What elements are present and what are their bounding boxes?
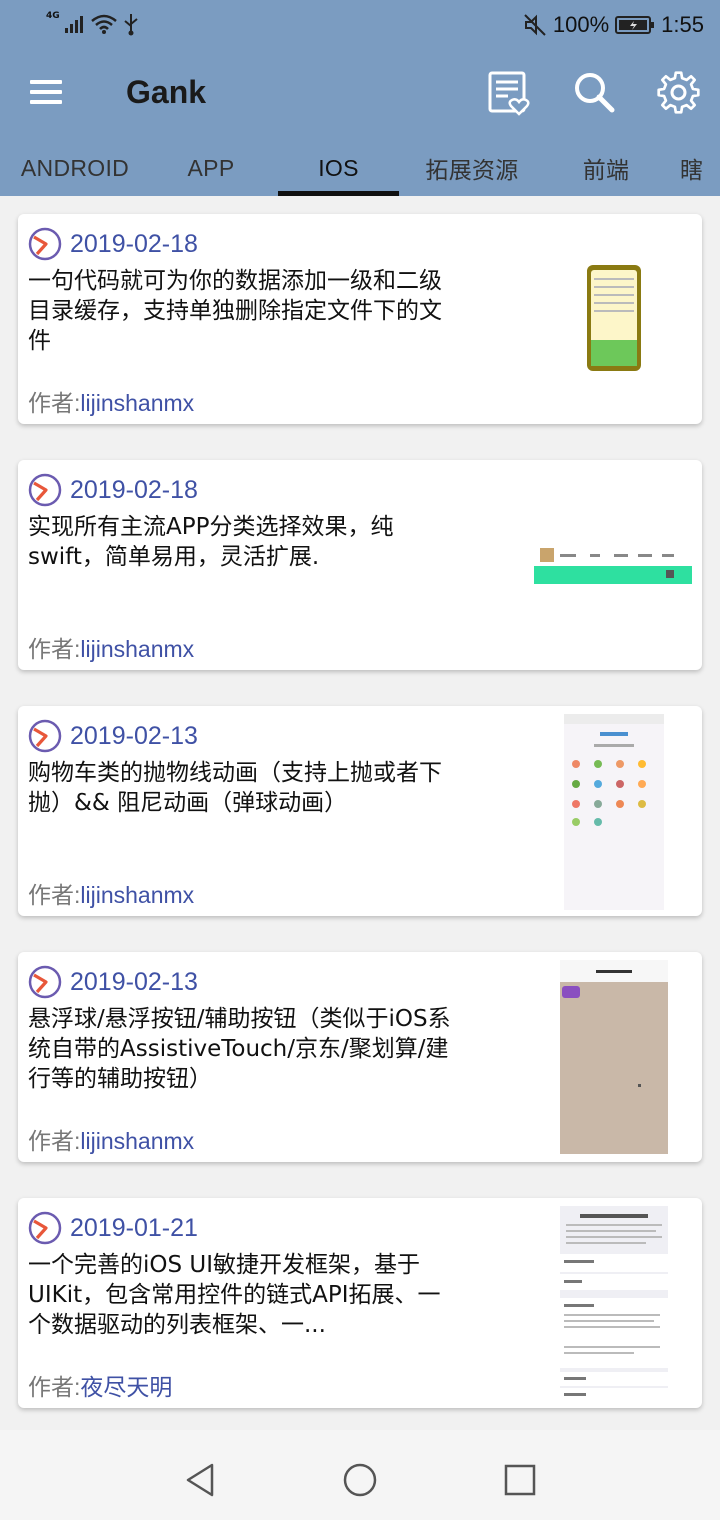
card-header: 2019-02-18 — [28, 226, 198, 262]
gank-logo-icon — [28, 1211, 62, 1245]
battery-percent: 100% — [552, 12, 610, 37]
signal-icon — [64, 16, 83, 33]
nav-back-button[interactable] — [180, 1460, 220, 1500]
article-card[interactable]: 2019-02-13 购物车类的抛物线动画（支持上抛或者下抛）&& 阻尼动画（弹… — [18, 706, 702, 916]
author-label: 作者: — [28, 882, 81, 908]
post-thumbnail[interactable] — [564, 714, 664, 910]
author-label: 作者: — [28, 1128, 81, 1154]
app-bar: Gank ANDROID APP IOS 拓展资源 前端 瞎 — [0, 56, 720, 196]
status-bar: 4G 100% 1:55 — [0, 0, 720, 56]
menu-button[interactable] — [30, 76, 70, 110]
usb-icon — [124, 14, 138, 36]
search-button[interactable] — [572, 70, 618, 116]
author-label: 作者: — [28, 390, 81, 416]
article-card[interactable]: 2019-02-13 悬浮球/悬浮按钮/辅助按钮（类似于iOS系统自带的Assi… — [18, 952, 702, 1162]
author-label: 作者: — [28, 1374, 81, 1400]
tab-resources[interactable]: 拓展资源 — [404, 140, 540, 196]
network-type: 4G — [46, 11, 60, 21]
gank-logo-icon — [28, 473, 62, 507]
card-header: 2019-02-13 — [28, 964, 198, 1000]
settings-button[interactable] — [656, 70, 702, 116]
back-triangle-icon — [186, 1463, 214, 1497]
gank-logo-icon — [28, 227, 62, 261]
menu-icon — [30, 80, 70, 104]
post-author: 作者:lijinshanmx — [28, 630, 194, 664]
tab-misc[interactable]: 瞎 — [680, 140, 720, 196]
status-right: 100% 1:55 — [523, 12, 704, 38]
status-left: 4G — [46, 11, 140, 36]
card-header: 2019-02-18 — [28, 472, 198, 508]
battery-icon — [615, 16, 655, 34]
tab-indicator — [278, 191, 399, 196]
author-name[interactable]: lijinshanmx — [80, 636, 194, 662]
post-author: 作者:lijinshanmx — [28, 1122, 194, 1156]
post-date: 2019-02-18 — [70, 475, 198, 504]
wifi-icon — [90, 14, 117, 34]
card-header: 2019-01-21 — [28, 1210, 198, 1246]
author-label: 作者: — [28, 636, 81, 662]
settings-icon — [657, 71, 700, 114]
nav-recents-button[interactable] — [500, 1460, 540, 1500]
tab-ios[interactable]: IOS — [278, 140, 399, 196]
home-circle-icon — [343, 1463, 377, 1497]
article-card[interactable]: 2019-02-18 实现所有主流APP分类选择效果，纯swift，简单易用，灵… — [18, 460, 702, 670]
tab-android[interactable]: ANDROID — [0, 140, 150, 196]
author-name[interactable]: lijinshanmx — [80, 390, 194, 416]
post-author: 作者:lijinshanmx — [28, 876, 194, 910]
post-thumbnail[interactable] — [560, 1206, 668, 1402]
post-description: 购物车类的抛物线动画（支持上抛或者下抛）&& 阻尼动画（弹球动画） — [28, 760, 442, 816]
post-date: 2019-01-21 — [70, 1213, 198, 1242]
post-thumbnail[interactable] — [586, 264, 642, 372]
post-date: 2019-02-13 — [70, 721, 198, 750]
post-thumbnail[interactable] — [560, 960, 668, 1154]
favorites-icon — [488, 71, 530, 116]
post-thumbnail[interactable] — [534, 546, 692, 584]
tab-frontend[interactable]: 前端 — [548, 140, 664, 196]
post-date: 2019-02-13 — [70, 967, 198, 996]
clock: 1:55 — [661, 12, 704, 37]
tab-app[interactable]: APP — [150, 140, 272, 196]
recents-square-icon — [504, 1464, 536, 1496]
author-name[interactable]: lijinshanmx — [80, 882, 194, 908]
author-name[interactable]: 夜尽天明 — [80, 1374, 172, 1400]
favorites-button[interactable] — [486, 70, 532, 116]
article-card[interactable]: 2019-01-21 一个完善的iOS UI敏捷开发框架，基于UIKit，包含常… — [18, 1198, 702, 1408]
nav-home-button[interactable] — [340, 1460, 380, 1500]
post-description: 悬浮球/悬浮按钮/辅助按钮（类似于iOS系统自带的AssistiveTouch/… — [28, 1006, 451, 1092]
author-name[interactable]: lijinshanmx — [80, 1128, 194, 1154]
post-author: 作者:夜尽天明 — [28, 1368, 172, 1402]
gank-logo-icon — [28, 719, 62, 753]
card-header: 2019-02-13 — [28, 718, 198, 754]
post-description: 一个完善的iOS UI敏捷开发框架，基于UIKit，包含常用控件的链式API拓展… — [28, 1252, 441, 1338]
post-description: 实现所有主流APP分类选择效果，纯swift，简单易用，灵活扩展. — [28, 514, 394, 570]
app-title: Gank — [126, 74, 207, 110]
post-date: 2019-02-18 — [70, 229, 198, 258]
post-description: 一句代码就可为你的数据添加一级和二级目录缓存，支持单独删除指定文件下的文件 — [28, 268, 442, 354]
mute-icon — [524, 14, 546, 36]
system-nav-bar — [0, 1430, 720, 1520]
gank-logo-icon — [28, 965, 62, 999]
article-card[interactable]: 2019-02-18 一句代码就可为你的数据添加一级和二级目录缓存，支持单独删除… — [18, 214, 702, 424]
search-icon — [575, 73, 615, 113]
post-author: 作者:lijinshanmx — [28, 384, 194, 418]
tab-bar: ANDROID APP IOS 拓展资源 前端 瞎 — [0, 140, 720, 196]
